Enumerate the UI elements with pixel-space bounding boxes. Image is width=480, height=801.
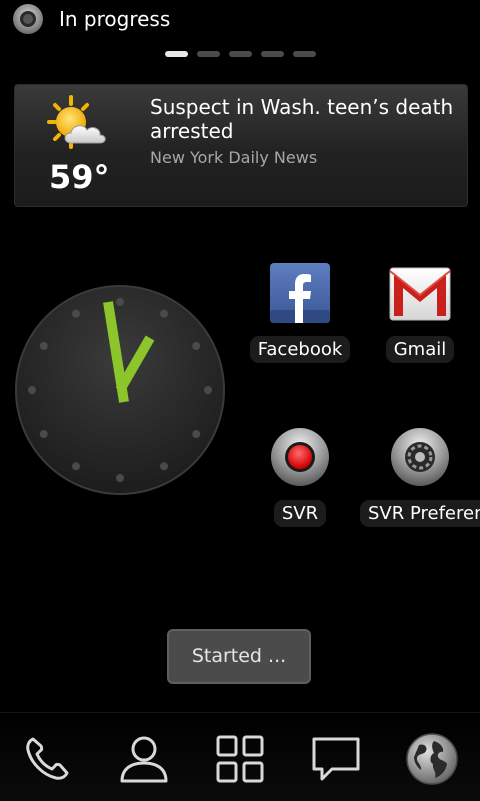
facebook-icon xyxy=(270,263,330,323)
clock-hour-marker xyxy=(160,462,168,471)
clock-hour-marker xyxy=(204,386,212,394)
clock-hour-marker xyxy=(116,474,124,482)
app-label-gmail: Gmail xyxy=(385,336,455,363)
app-label-svr: SVR xyxy=(273,500,327,527)
phone-icon[interactable] xyxy=(19,731,75,787)
app-svr-preferences[interactable]: SVR Preferences xyxy=(360,426,480,531)
clock-hour-marker xyxy=(160,309,168,318)
app-gmail[interactable]: Gmail xyxy=(360,262,480,367)
page-dot-2[interactable] xyxy=(197,51,220,57)
clock-hour-marker xyxy=(28,386,36,394)
app-svr[interactable]: SVR xyxy=(240,426,360,531)
app-drawer-icon[interactable] xyxy=(212,731,268,787)
clock-hour-marker xyxy=(39,430,48,438)
record-button-icon xyxy=(271,428,329,486)
clock-hour-marker xyxy=(192,342,201,350)
temperature: 59° xyxy=(49,158,110,196)
dock xyxy=(0,712,480,801)
page-dot-3[interactable] xyxy=(229,51,252,57)
analog-clock-widget[interactable] xyxy=(14,284,226,496)
status-text: In progress xyxy=(59,7,171,31)
app-facebook[interactable]: Facebook xyxy=(240,262,360,367)
partly-cloudy-icon xyxy=(47,95,106,149)
clock-hour-marker xyxy=(72,309,80,318)
svr-preferences-icon xyxy=(391,428,449,486)
app-label-facebook: Facebook xyxy=(249,336,351,363)
page-dot-5[interactable] xyxy=(293,51,316,57)
browser-globe-icon[interactable] xyxy=(404,731,460,787)
page-indicator xyxy=(165,51,317,57)
gmail-icon xyxy=(389,267,451,321)
news-source: New York Daily News xyxy=(150,148,318,167)
clock-hour-marker xyxy=(192,430,201,438)
contacts-icon[interactable] xyxy=(116,731,172,787)
clock-hour-marker xyxy=(116,298,124,306)
news-headline[interactable]: Suspect in Wash. teen’s death arrested xyxy=(150,95,455,143)
clock-hour-marker xyxy=(72,462,80,471)
toast-message: Started ... xyxy=(167,629,311,684)
clock-hour-marker xyxy=(39,342,48,350)
record-indicator-icon xyxy=(13,4,43,34)
app-label-svr-preferences: SVR Preferences xyxy=(360,500,480,527)
status-bar[interactable]: In progress xyxy=(0,0,480,38)
page-dot-1[interactable] xyxy=(165,51,188,57)
news-weather-widget[interactable]: 59° Suspect in Wash. teen’s death arrest… xyxy=(14,84,468,207)
page-dot-4[interactable] xyxy=(261,51,284,57)
messaging-icon[interactable] xyxy=(308,731,364,787)
